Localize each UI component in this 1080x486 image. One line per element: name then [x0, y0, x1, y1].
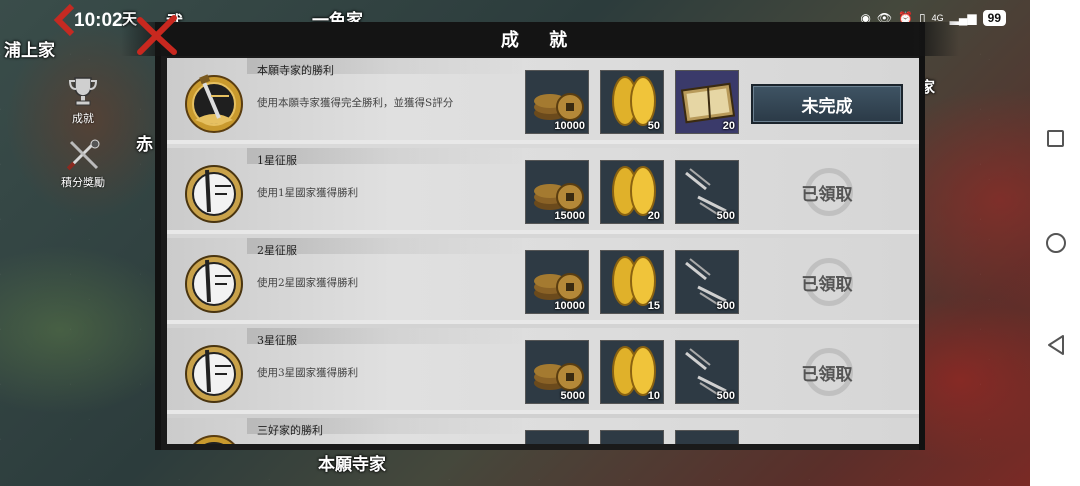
achievement-description: 使用本願寺家獲得完全勝利，並獲得S評分: [257, 97, 454, 109]
achievements-side-label: 成就: [72, 112, 94, 125]
reward-quantity: 5000: [560, 390, 585, 402]
achievement-row: 1星征服 使用1星國家獲得勝利 15000 20 500 已領取: [167, 148, 919, 234]
silver-medal-icon: [185, 255, 243, 313]
close-icon[interactable]: [134, 12, 180, 58]
achievement-title: 三好家的勝利: [257, 424, 323, 437]
reward-quantity: 500: [716, 300, 735, 312]
reward-coins[interactable]: 10000: [525, 70, 589, 134]
achievements-dialog: 成 就 本願寺家的勝利 使用本願寺家獲得完全勝利，並獲得S評分 10000 50…: [121, 22, 959, 450]
map-label-honganji: 本願寺家: [318, 455, 386, 475]
reward-coins[interactable]: 5000: [525, 340, 589, 404]
reward-slot[interactable]: [525, 430, 589, 444]
achievement-title: 3星征服: [257, 334, 297, 347]
reward-kunai[interactable]: 500: [675, 250, 739, 314]
reward-quantity: 500: [716, 210, 735, 222]
achievement-title: 2星征服: [257, 244, 297, 257]
achievement-row: 三好家的勝利: [167, 418, 919, 444]
recents-button[interactable]: [1047, 130, 1064, 147]
reward-gold[interactable]: 20: [600, 160, 664, 224]
dialog-title: 成 就: [500, 30, 580, 51]
reward-quantity: 10000: [554, 120, 585, 132]
map-label-uragami: 浦上家: [4, 41, 55, 61]
reward-quantity: 15: [647, 300, 660, 312]
claimed-stamp: 已領取: [787, 258, 867, 306]
reward-gold[interactable]: 50: [600, 70, 664, 134]
reward-quantity: 20: [647, 210, 660, 222]
status-clock: 10:02: [74, 10, 123, 31]
trophy-icon: [65, 74, 101, 108]
reward-quantity: 50: [647, 120, 660, 132]
points-reward-side-button[interactable]: 積分獎勵: [52, 138, 114, 190]
reward-slot[interactable]: [600, 430, 664, 444]
reward-quantity: 15000: [554, 210, 585, 222]
reward-gold[interactable]: 15: [600, 250, 664, 314]
reward-quantity: 10: [647, 390, 660, 402]
achievement-list[interactable]: 本願寺家的勝利 使用本願寺家獲得完全勝利，並獲得S評分 10000 50 20 …: [167, 58, 919, 444]
reward-coins[interactable]: 10000: [525, 250, 589, 314]
silver-medal-icon: [185, 345, 243, 403]
claimed-label: 已領取: [801, 364, 853, 385]
back-chevron-icon[interactable]: [52, 4, 76, 36]
achievement-description: 使用3星國家獲得勝利: [257, 367, 359, 379]
incomplete-button[interactable]: 未完成: [751, 84, 903, 124]
reward-quantity: 10000: [554, 300, 585, 312]
gold-medal-icon: [185, 74, 243, 133]
reward-coins[interactable]: 15000: [525, 160, 589, 224]
reward-scroll[interactable]: 20: [675, 70, 739, 134]
gold-medal-icon: [193, 435, 235, 444]
android-nav-bar: [1030, 0, 1080, 486]
claimed-stamp: 已領取: [787, 348, 867, 396]
silver-medal-icon: [185, 165, 243, 223]
dialog-header: 成 就: [121, 22, 959, 56]
reward-slot[interactable]: [675, 430, 739, 444]
achievement-title: 本願寺家的勝利: [257, 64, 334, 77]
achievement-description: 使用2星國家獲得勝利: [257, 277, 359, 289]
reward-quantity: 500: [716, 390, 735, 402]
home-button[interactable]: [1046, 233, 1066, 253]
achievements-side-button[interactable]: 成就: [52, 74, 114, 126]
reward-kunai[interactable]: 500: [675, 160, 739, 224]
points-reward-side-label: 積分獎勵: [61, 176, 105, 189]
claimed-stamp: 已領取: [787, 168, 867, 216]
achievement-title: 1星征服: [257, 154, 297, 167]
achievement-row: 3星征服 使用3星國家獲得勝利 5000 10 500 已領取: [167, 328, 919, 414]
claimed-label: 已領取: [801, 184, 853, 205]
reward-kunai[interactable]: 500: [675, 340, 739, 404]
crossed-swords-icon: [65, 138, 101, 172]
claimed-label: 已領取: [801, 274, 853, 295]
map-label-aka: 赤: [136, 135, 153, 155]
reward-gold[interactable]: 10: [600, 340, 664, 404]
reward-quantity: 20: [722, 120, 735, 132]
achievement-row: 2星征服 使用2星國家獲得勝利 10000 15 500 已領取: [167, 238, 919, 324]
battery-level: 99: [982, 10, 1006, 26]
achievement-row: 本願寺家的勝利 使用本願寺家獲得完全勝利，並獲得S評分 10000 50 20 …: [167, 58, 919, 144]
back-triangle-icon[interactable]: [1046, 334, 1066, 356]
achievement-description: 使用1星國家獲得勝利: [257, 187, 359, 199]
